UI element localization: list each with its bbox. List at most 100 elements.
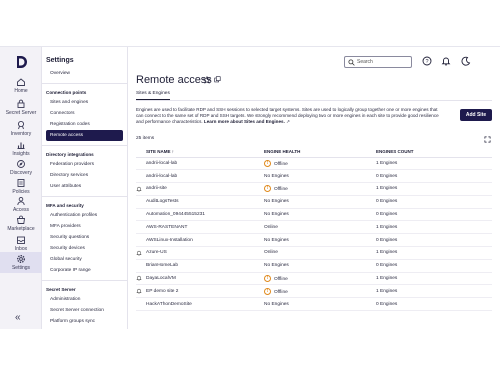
- header-engine-health[interactable]: ENGINE HEALTH: [264, 147, 376, 158]
- rail-item-label: Secret Server: [5, 110, 37, 116]
- table-row[interactable]: AWSLinux-Installation No Engines 0 Engines: [136, 233, 492, 248]
- rail-item-insights[interactable]: Insights: [0, 138, 42, 159]
- nav-item-platform-groups-sync[interactable]: Platform groups sync: [46, 316, 123, 327]
- search-input[interactable]: Search: [344, 56, 412, 68]
- engines-count-cell: 1 Engines: [376, 284, 492, 299]
- add-site-button[interactable]: Add Site: [460, 109, 492, 121]
- nav-item-remote-access[interactable]: Remote access: [46, 130, 123, 141]
- bell-cell: [136, 182, 146, 196]
- site-name-cell[interactable]: andrii-local-lab: [146, 157, 264, 171]
- engines-count-cell: 0 Engines: [376, 259, 492, 273]
- site-name-cell[interactable]: DayaLocalVM: [146, 272, 264, 286]
- nav-item-sites-and-engines[interactable]: Sites and engines: [46, 97, 123, 108]
- table-row[interactable]: AuditLogsTests No Engines 0 Engines: [136, 195, 492, 209]
- nav-item-global-security[interactable]: Global security: [46, 254, 123, 265]
- tab-sites-engines[interactable]: Sites & Engines: [136, 91, 170, 100]
- bell-cell: [136, 220, 146, 235]
- item-count: 25 items: [136, 136, 155, 141]
- bell-cell: [136, 297, 146, 312]
- nav-item-user-attributes[interactable]: User attributes: [46, 181, 123, 192]
- header-engines-count[interactable]: ENGINES COUNT: [376, 147, 492, 158]
- rail-item-access[interactable]: Access: [0, 194, 42, 215]
- copy-link-icon[interactable]: [214, 76, 221, 83]
- bell-cell: [136, 195, 146, 209]
- table-row[interactable]: andrii-local-lab! Offline 1 Engines: [136, 157, 492, 171]
- sites-table: SITE NAME ↑ ENGINE HEALTH ENGINES COUNT …: [136, 147, 492, 312]
- site-name-cell[interactable]: BrianHomeLab: [146, 259, 264, 273]
- rail-item-inbox[interactable]: Inbox: [0, 233, 42, 254]
- site-name-cell[interactable]: AWSLinux-Installation: [146, 233, 264, 248]
- bell-cell: [136, 169, 146, 184]
- engines-count-cell: 1 Engines: [376, 272, 492, 286]
- bell-icon[interactable]: [136, 186, 142, 192]
- table-row[interactable]: EP demo site 2! Offline 1 Engines: [136, 284, 492, 299]
- insights-icon: [17, 142, 25, 150]
- settings-nav: Settings Overview Connection points Sites…: [42, 47, 128, 329]
- bell-icon[interactable]: [136, 275, 142, 282]
- theme-toggle-icon[interactable]: [461, 56, 471, 66]
- table-row[interactable]: DayaLocalVM! Offline 1 Engines: [136, 272, 492, 286]
- learn-more-link[interactable]: Learn more about Sites and Engines.: [204, 119, 285, 124]
- rail-item-marketplace[interactable]: Marketplace: [0, 213, 42, 234]
- engine-health-value: No Engines: [264, 173, 289, 179]
- notifications-icon[interactable]: [441, 56, 451, 66]
- table-row[interactable]: andrii-local-lab No Engines 0 Engines: [136, 169, 492, 184]
- site-name-cell[interactable]: EP demo site 2: [146, 284, 264, 299]
- bell-cell: [136, 259, 146, 273]
- rail-item-discovery[interactable]: Discovery: [0, 157, 42, 178]
- search-icon: [348, 59, 355, 66]
- svg-text:?: ?: [425, 59, 428, 65]
- engine-health-value: Online: [264, 224, 278, 230]
- rail-item-secret-server[interactable]: Secret Server: [0, 97, 42, 118]
- warning-icon: !: [264, 185, 271, 193]
- sort-ascending-icon[interactable]: ↑: [172, 149, 174, 154]
- bell-icon[interactable]: [136, 288, 142, 294]
- nav-group-title: MFA and security: [46, 203, 84, 208]
- collapse-rail-button[interactable]: «: [15, 312, 21, 323]
- site-name-cell[interactable]: Azure-US: [146, 246, 264, 260]
- site-name-cell[interactable]: andrii-local-lab: [146, 169, 264, 184]
- search-placeholder: Search: [357, 59, 373, 65]
- site-name-cell[interactable]: AuditLogsTests: [146, 195, 264, 209]
- nav-item-security-devices[interactable]: Security devices: [46, 243, 123, 254]
- rail-item-inventory[interactable]: Inventory: [0, 118, 42, 139]
- nav-item-authentication-profiles[interactable]: Authentication profiles: [46, 210, 123, 221]
- bell-icon[interactable]: [136, 250, 142, 256]
- table-row[interactable]: andrii-site! Offline 1 Engines: [136, 182, 492, 196]
- header-site-name[interactable]: SITE NAME ↑: [146, 147, 264, 158]
- table-row[interactable]: BrianHomeLab No Engines 0 Engines: [136, 259, 492, 273]
- nav-item-overview[interactable]: Overview: [46, 68, 123, 79]
- rail-item-label: Marketplace: [7, 226, 35, 232]
- external-link-icon: ↗: [286, 119, 290, 124]
- table-row[interactable]: HackAThonDemoSite No Engines 0 Engines: [136, 297, 492, 312]
- nav-item-administration[interactable]: Administration: [46, 294, 123, 305]
- favorite-star-icon[interactable]: [203, 76, 211, 84]
- nav-item-mfa-providers[interactable]: MFA providers: [46, 221, 123, 232]
- bell-cell: [136, 272, 146, 286]
- rail-item-label: Home: [14, 88, 28, 94]
- nav-item-secret-server-connection[interactable]: Secret Server connection: [46, 305, 123, 316]
- expand-icon[interactable]: [484, 136, 491, 143]
- table-row[interactable]: Automation_094445515231 No Engines 0 Engin…: [136, 208, 492, 222]
- settings-icon: [17, 255, 25, 263]
- site-name-cell[interactable]: Automation_094445515231: [146, 208, 264, 222]
- table-row[interactable]: Azure-US Online 1 Engines: [136, 246, 492, 260]
- nav-item-connectors[interactable]: Connectors: [46, 108, 123, 119]
- site-name-cell[interactable]: andrii-site: [146, 182, 264, 196]
- help-icon[interactable]: ?: [422, 56, 432, 66]
- engines-count-cell: 0 Engines: [376, 208, 492, 222]
- nav-item-corporate-ip-range[interactable]: Corporate IP range: [46, 265, 123, 276]
- engine-health-cell: ! Offline: [264, 182, 376, 196]
- nav-item-directory-services[interactable]: Directory services: [46, 170, 123, 181]
- site-name-cell[interactable]: AWS-RASTENANT: [146, 220, 264, 235]
- divider: [42, 83, 127, 84]
- site-name-cell[interactable]: HackAThonDemoSite: [146, 297, 264, 312]
- nav-item-registration-codes[interactable]: Registration codes: [46, 119, 123, 130]
- rail-item-settings[interactable]: Settings: [0, 252, 42, 273]
- nav-item-security-questions[interactable]: Security questions: [46, 232, 123, 243]
- nav-item-federation-providers[interactable]: Federation providers: [46, 159, 123, 170]
- rail-item-home[interactable]: Home: [0, 75, 42, 96]
- table-row[interactable]: AWS-RASTENANT Online 1 Engines: [136, 220, 492, 235]
- page-description: Engines are used to facilitate RDP and S…: [136, 107, 446, 125]
- engine-health-value: No Engines: [264, 263, 289, 269]
